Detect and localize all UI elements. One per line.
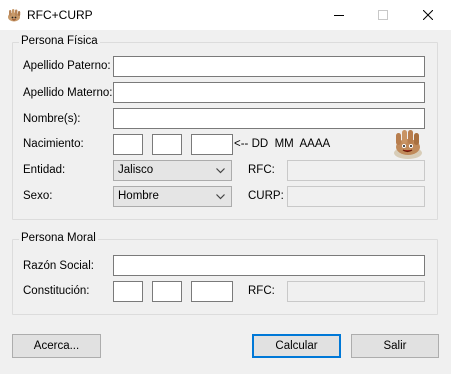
nacimiento-label: Nacimiento: [23,138,84,150]
constitucion-year-input[interactable] [191,281,233,302]
razon-social-input[interactable] [113,255,425,276]
rfc-fisica-output[interactable] [287,160,425,181]
chevron-down-icon [216,168,225,174]
rfc-moral-label: RFC: [248,285,275,297]
razon-social-label: Razón Social: [23,260,94,272]
constitucion-label: Constitución: [23,285,90,297]
persona-fisica-legend: Persona Física [19,35,100,47]
constitucion-month-input[interactable] [152,281,182,302]
acerca-button[interactable]: Acerca... [12,334,101,358]
nacimiento-month-input[interactable] [152,134,182,155]
title-bar: RFC+CURP [0,0,451,30]
rfc-fisica-label: RFC: [248,164,275,176]
entidad-label: Entidad: [23,164,66,176]
apellido-paterno-label: Apellido Paterno: [23,60,111,72]
maximize-icon [378,10,388,20]
sexo-select[interactable]: Hombre [113,186,232,207]
apellido-materno-label: Apellido Materno: [23,87,113,99]
close-button[interactable] [406,0,450,30]
curp-output[interactable] [287,186,425,207]
nacimiento-year-input[interactable] [191,134,233,155]
minimize-icon [334,15,344,16]
persona-moral-legend: Persona Moral [19,232,98,244]
nombres-input[interactable] [113,108,425,129]
persona-moral-group: Persona Moral [12,232,438,315]
sexo-label: Sexo: [23,190,53,202]
entidad-select[interactable]: Jalisco [113,160,232,181]
apellido-materno-input[interactable] [113,82,425,103]
window-title: RFC+CURP [27,8,93,22]
chevron-down-icon [216,194,225,200]
calcular-button[interactable]: Calcular [252,334,341,358]
curp-label: CURP: [248,190,284,202]
entidad-value: Jalisco [118,164,154,176]
date-format-hint: <-- DD MM AAAA [234,138,331,150]
maximize-button[interactable] [361,0,405,30]
rfc-moral-output[interactable] [287,281,425,302]
hand-mascot-icon [388,127,428,161]
sexo-value: Hombre [118,190,159,202]
close-icon [423,10,433,20]
nacimiento-day-input[interactable] [113,134,143,155]
app-hand-icon [6,7,22,23]
salir-button[interactable]: Salir [351,334,439,358]
nombres-label: Nombre(s): [23,113,81,125]
constitucion-day-input[interactable] [113,281,143,302]
apellido-paterno-input[interactable] [113,56,425,77]
minimize-button[interactable] [317,0,361,30]
